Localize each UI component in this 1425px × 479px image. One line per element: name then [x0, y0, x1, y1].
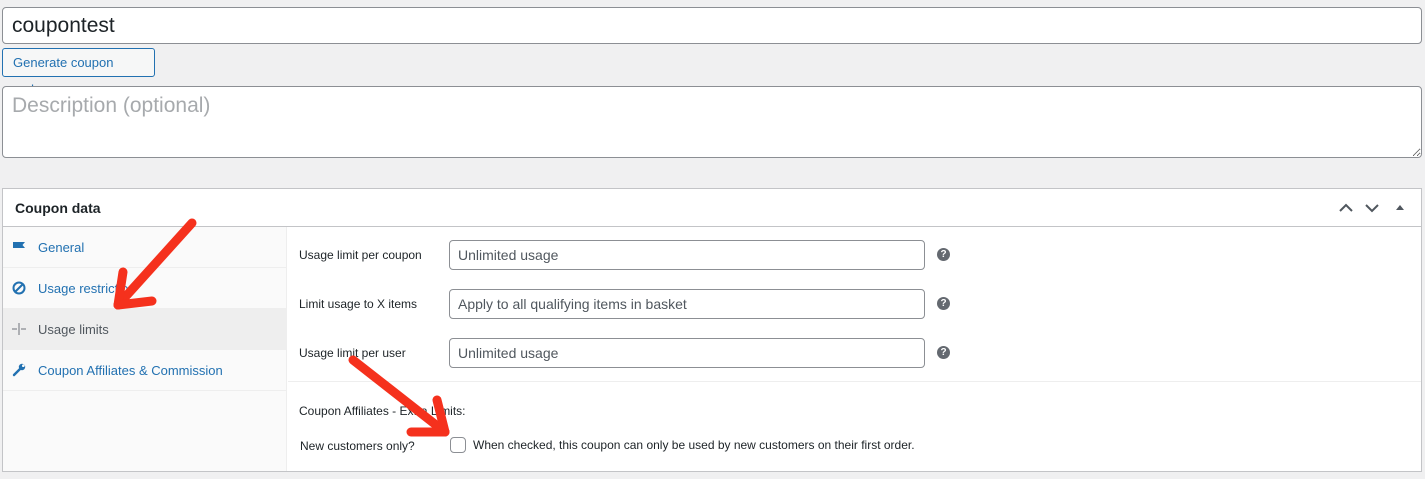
prohibited-icon: [12, 281, 26, 295]
tab-label: General: [38, 240, 85, 255]
field-label: Usage limit per user: [299, 346, 406, 360]
new-customers-label: New customers only?: [300, 439, 415, 453]
coupon-data-panel: Coupon data General Usage restriction Us…: [2, 188, 1422, 472]
help-icon[interactable]: ?: [937, 297, 950, 310]
limit-usage-to-x-items-input[interactable]: [449, 289, 925, 319]
usage-limits-content: Usage limit per coupon ? Limit usage to …: [288, 227, 1421, 471]
panel-title: Coupon data: [15, 200, 101, 216]
usage-limit-per-user-input[interactable]: [449, 338, 925, 368]
field-label: Usage limit per coupon: [299, 248, 422, 262]
collapse-toggle-icon[interactable]: [1391, 199, 1409, 217]
generate-coupon-code-button[interactable]: Generate coupon code: [2, 48, 155, 97]
help-icon[interactable]: ?: [937, 346, 950, 359]
new-customers-description: When checked, this coupon can only be us…: [473, 438, 915, 452]
description-textarea[interactable]: [2, 86, 1422, 158]
move-down-icon[interactable]: [1363, 199, 1381, 217]
tab-label: Usage limits: [38, 322, 109, 337]
coupon-code-input[interactable]: [2, 7, 1422, 44]
panel-header: Coupon data: [3, 189, 1421, 227]
wrench-icon: [12, 363, 26, 377]
tab-usage-limits[interactable]: Usage limits: [3, 309, 286, 350]
limits-icon: [12, 323, 26, 335]
tab-general[interactable]: General: [3, 227, 286, 268]
move-up-icon[interactable]: [1337, 199, 1355, 217]
extra-limits-heading: Coupon Affiliates - Extra Limits:: [299, 404, 466, 418]
tab-label: Usage restriction: [38, 281, 136, 296]
tab-label: Coupon Affiliates & Commission: [38, 363, 223, 378]
usage-limit-per-user-row: Usage limit per user ?: [288, 338, 1421, 378]
new-customers-checkbox[interactable]: [450, 437, 466, 453]
coupon-data-tabs: General Usage restriction Usage limits C…: [3, 227, 287, 471]
usage-limit-per-coupon-row: Usage limit per coupon ?: [288, 240, 1421, 280]
help-icon[interactable]: ?: [937, 248, 950, 261]
limit-usage-to-x-items-row: Limit usage to X items ?: [288, 289, 1421, 329]
usage-limit-per-coupon-input[interactable]: [449, 240, 925, 270]
divider: [288, 381, 1421, 382]
tab-usage-restriction[interactable]: Usage restriction: [3, 268, 286, 309]
ticket-icon: [13, 242, 25, 248]
field-label: Limit usage to X items: [299, 297, 418, 311]
tab-coupon-affiliates-commission[interactable]: Coupon Affiliates & Commission: [3, 350, 286, 391]
